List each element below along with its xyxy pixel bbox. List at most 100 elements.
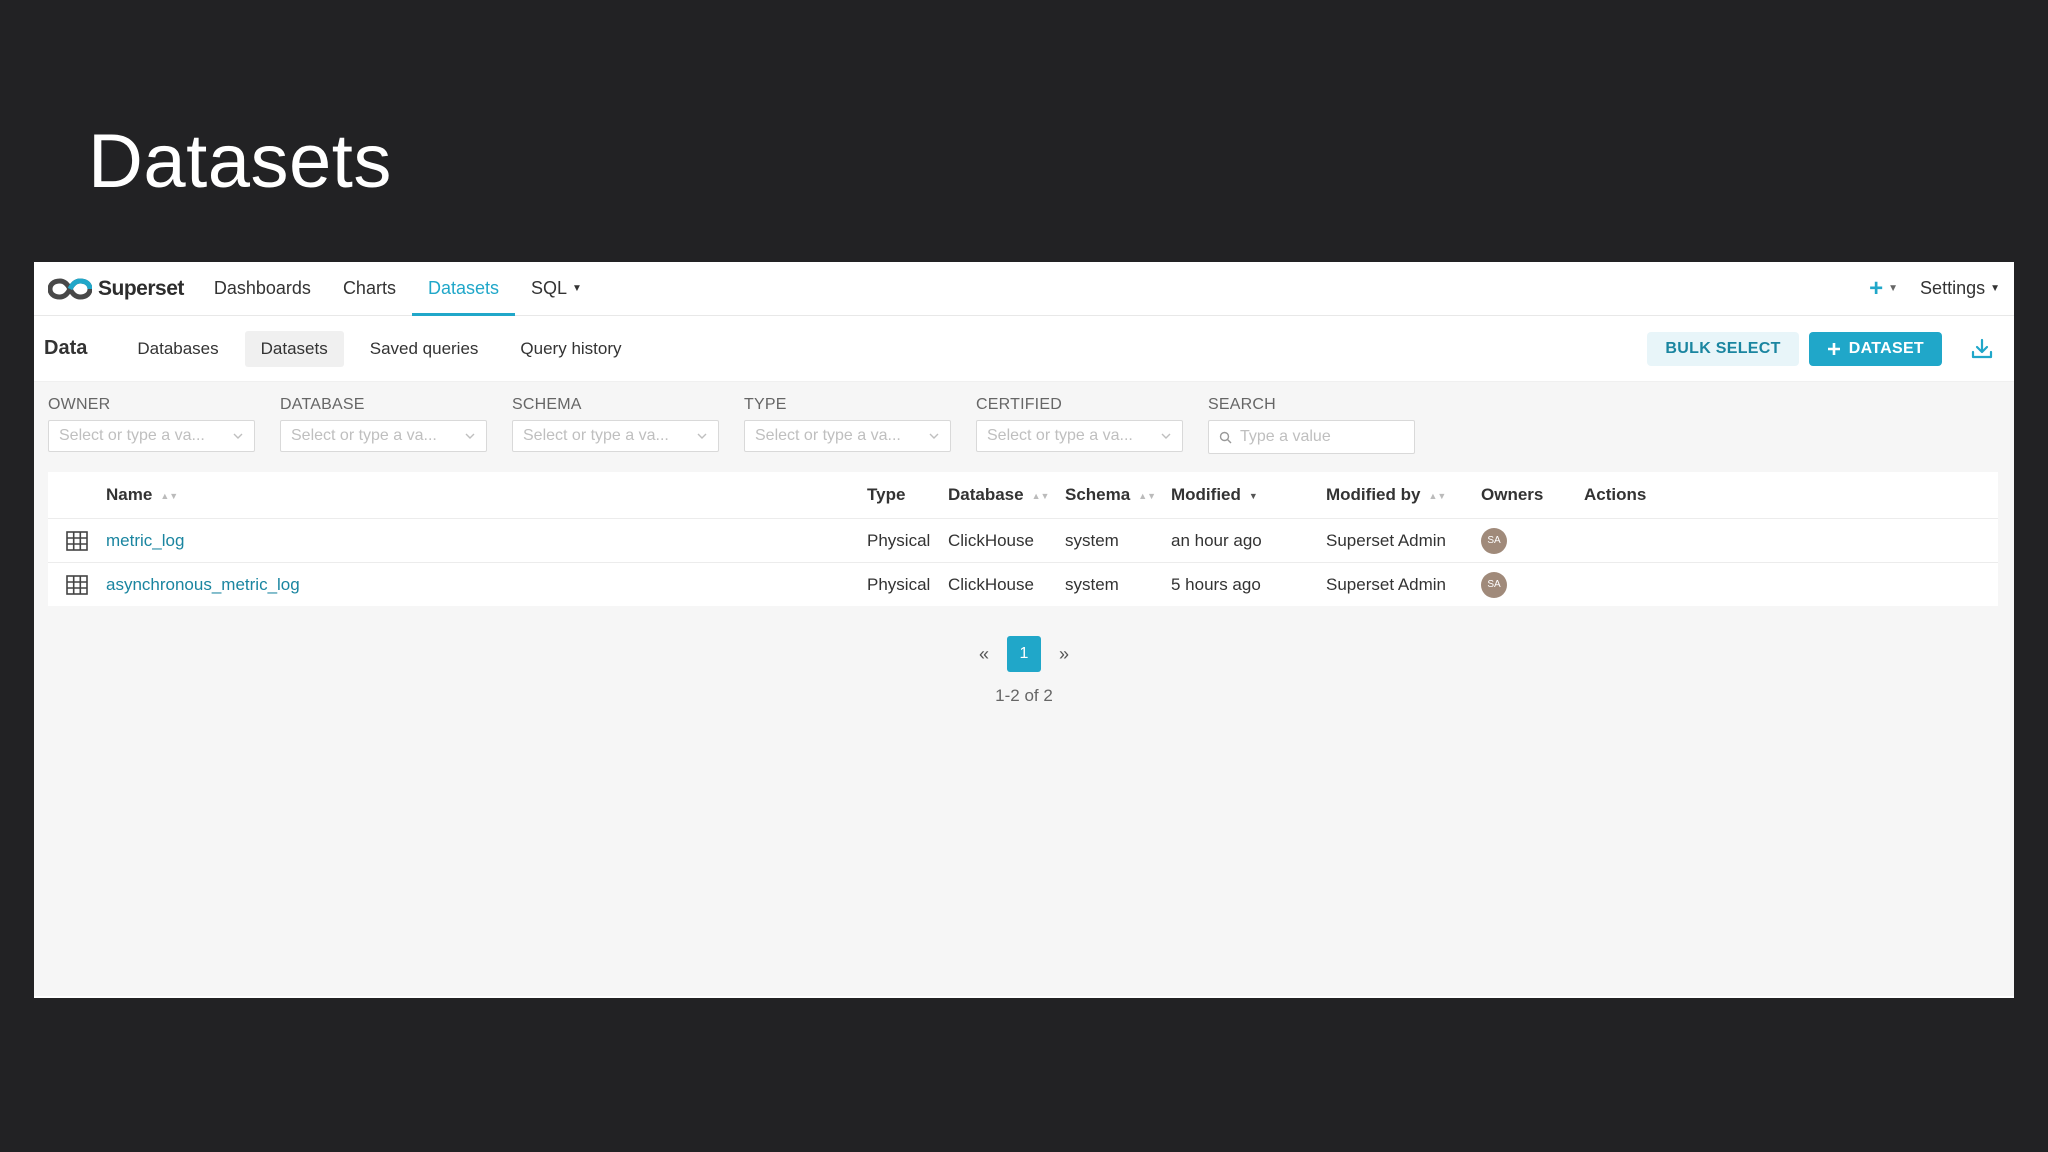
select-placeholder: Select or type a va... — [755, 427, 901, 444]
dataset-name-link[interactable]: metric_log — [106, 531, 184, 550]
tab-query-history[interactable]: Query history — [504, 331, 637, 367]
search-icon — [1219, 431, 1232, 443]
chevron-down-icon — [465, 433, 475, 439]
plus-icon — [1827, 342, 1840, 355]
sort-descending-icon: ▼ — [1248, 490, 1258, 501]
dataset-type: Physical — [867, 530, 931, 550]
download-icon[interactable] — [1970, 337, 1994, 361]
column-header-label: Schema — [1065, 485, 1131, 504]
certified-select[interactable]: Select or type a va... — [976, 420, 1183, 452]
select-placeholder: Select or type a va... — [987, 427, 1133, 444]
sort-icon: ▲▼ — [1031, 490, 1050, 501]
next-page-button[interactable]: » — [1059, 644, 1069, 665]
owner-avatar[interactable]: SA — [1481, 571, 1507, 598]
chevron-down-icon — [929, 433, 939, 439]
chevron-down-icon — [1161, 433, 1171, 439]
column-header-owners: Owners — [1481, 485, 1544, 504]
column-header-database[interactable]: Database ▲▼ — [948, 485, 1065, 505]
dataset-schema: system — [1065, 530, 1119, 550]
select-placeholder: Select or type a va... — [59, 427, 205, 444]
filter-label: SEARCH — [1208, 396, 1276, 413]
filter-schema: SCHEMA Select or type a va... — [512, 396, 719, 454]
tab-databases[interactable]: Databases — [121, 331, 234, 367]
column-header-label: Modified — [1171, 485, 1241, 504]
nav-charts[interactable]: Charts — [327, 262, 412, 316]
caret-down-icon: ▼ — [1888, 283, 1899, 294]
filter-label: SCHEMA — [512, 396, 582, 413]
superset-logo-icon — [48, 277, 92, 300]
add-dataset-label: DATASET — [1848, 339, 1924, 357]
column-header-actions: Actions — [1584, 485, 1647, 504]
dataset-modified: 5 hours ago — [1171, 574, 1261, 594]
select-placeholder: Select or type a va... — [523, 427, 669, 444]
chevron-down-icon — [233, 433, 243, 439]
chevron-down-icon — [697, 433, 707, 439]
dataset-database: ClickHouse — [948, 530, 1034, 550]
column-header-schema[interactable]: Schema ▲▼ — [1065, 485, 1171, 505]
settings-menu[interactable]: Settings ▼ — [1920, 278, 2000, 299]
column-header-modified-by[interactable]: Modified by ▲▼ — [1326, 485, 1481, 505]
dataset-table-icon — [48, 530, 106, 551]
column-header-type: Type — [867, 485, 906, 504]
column-header-label: Database — [948, 485, 1024, 504]
datasets-table: Name ▲▼ Type Database ▲▼ Schema ▲▼ Modified… — [48, 472, 1998, 606]
table-row: metric_log Physical ClickHouse system an… — [48, 518, 1998, 562]
settings-label: Settings — [1920, 278, 1986, 298]
dataset-table-icon — [48, 574, 106, 595]
filter-label: CERTIFIED — [976, 396, 1062, 413]
page-button-current[interactable]: 1 — [1007, 636, 1041, 672]
schema-select[interactable]: Select or type a va... — [512, 420, 719, 452]
plus-icon: + — [1869, 274, 1884, 302]
dataset-name-link[interactable]: asynchronous_metric_log — [106, 575, 300, 594]
new-item-menu[interactable]: + ▼ — [1869, 275, 1898, 303]
brand-name: Superset — [98, 276, 184, 300]
column-header-label: Modified by — [1326, 485, 1421, 504]
dataset-database: ClickHouse — [948, 574, 1034, 594]
filter-label: TYPE — [744, 396, 787, 413]
data-subheader: Data Databases Datasets Saved queries Qu… — [34, 316, 2014, 382]
owner-select[interactable]: Select or type a va... — [48, 420, 255, 452]
nav-dashboards[interactable]: Dashboards — [198, 262, 327, 316]
filter-bar: OWNER Select or type a va... DATABASE Se… — [48, 396, 2000, 454]
caret-down-icon: ▼ — [572, 283, 582, 294]
sort-icon: ▲▼ — [160, 490, 179, 501]
tab-datasets[interactable]: Datasets — [244, 330, 344, 367]
filter-certified: CERTIFIED Select or type a va... — [976, 396, 1183, 454]
database-select[interactable]: Select or type a va... — [280, 420, 487, 452]
dataset-modified-by: Superset Admin — [1326, 574, 1447, 594]
content-area: OWNER Select or type a va... DATABASE Se… — [34, 382, 2014, 996]
dataset-type: Physical — [867, 574, 931, 594]
subheader-title: Data — [44, 337, 88, 359]
dataset-modified-by: Superset Admin — [1326, 530, 1447, 550]
add-dataset-button[interactable]: DATASET — [1808, 331, 1942, 366]
bulk-select-button[interactable]: BULK SELECT — [1647, 331, 1799, 366]
tab-saved-queries[interactable]: Saved queries — [354, 331, 495, 367]
caret-down-icon: ▼ — [1990, 283, 2000, 294]
table-row: asynchronous_metric_log Physical ClickHo… — [48, 562, 1998, 606]
top-navbar: Superset Dashboards Charts Datasets SQL … — [34, 262, 2014, 316]
search-input[interactable] — [1240, 428, 1400, 446]
table-header-row: Name ▲▼ Type Database ▲▼ Schema ▲▼ Modified… — [48, 472, 1998, 518]
nav-sql-menu[interactable]: SQL ▼ — [515, 262, 598, 316]
owner-avatar[interactable]: SA — [1481, 527, 1507, 554]
filter-label: DATABASE — [280, 396, 365, 413]
column-header-modified[interactable]: Modified ▼ — [1171, 485, 1326, 505]
nav-sql-label: SQL — [531, 278, 568, 298]
select-placeholder: Select or type a va... — [291, 427, 437, 444]
filter-owner: OWNER Select or type a va... — [48, 396, 255, 454]
type-select[interactable]: Select or type a va... — [744, 420, 951, 452]
search-box — [1208, 420, 1415, 454]
pagination-info: 1-2 of 2 — [995, 686, 1053, 705]
prev-page-button[interactable]: « — [979, 644, 989, 665]
slide-title: Datasets — [88, 119, 392, 204]
filter-type: TYPE Select or type a va... — [744, 396, 951, 454]
superset-app-window: Superset Dashboards Charts Datasets SQL … — [34, 262, 2014, 998]
pagination: « 1 » — [48, 636, 2000, 672]
nav-datasets[interactable]: Datasets — [411, 262, 515, 316]
filter-search: SEARCH — [1208, 396, 1415, 454]
sort-icon: ▲▼ — [1428, 490, 1447, 501]
dataset-modified: an hour ago — [1171, 530, 1262, 550]
superset-logo[interactable]: Superset — [48, 277, 184, 301]
column-header-name[interactable]: Name ▲▼ — [106, 485, 867, 505]
dataset-schema: system — [1065, 574, 1119, 594]
